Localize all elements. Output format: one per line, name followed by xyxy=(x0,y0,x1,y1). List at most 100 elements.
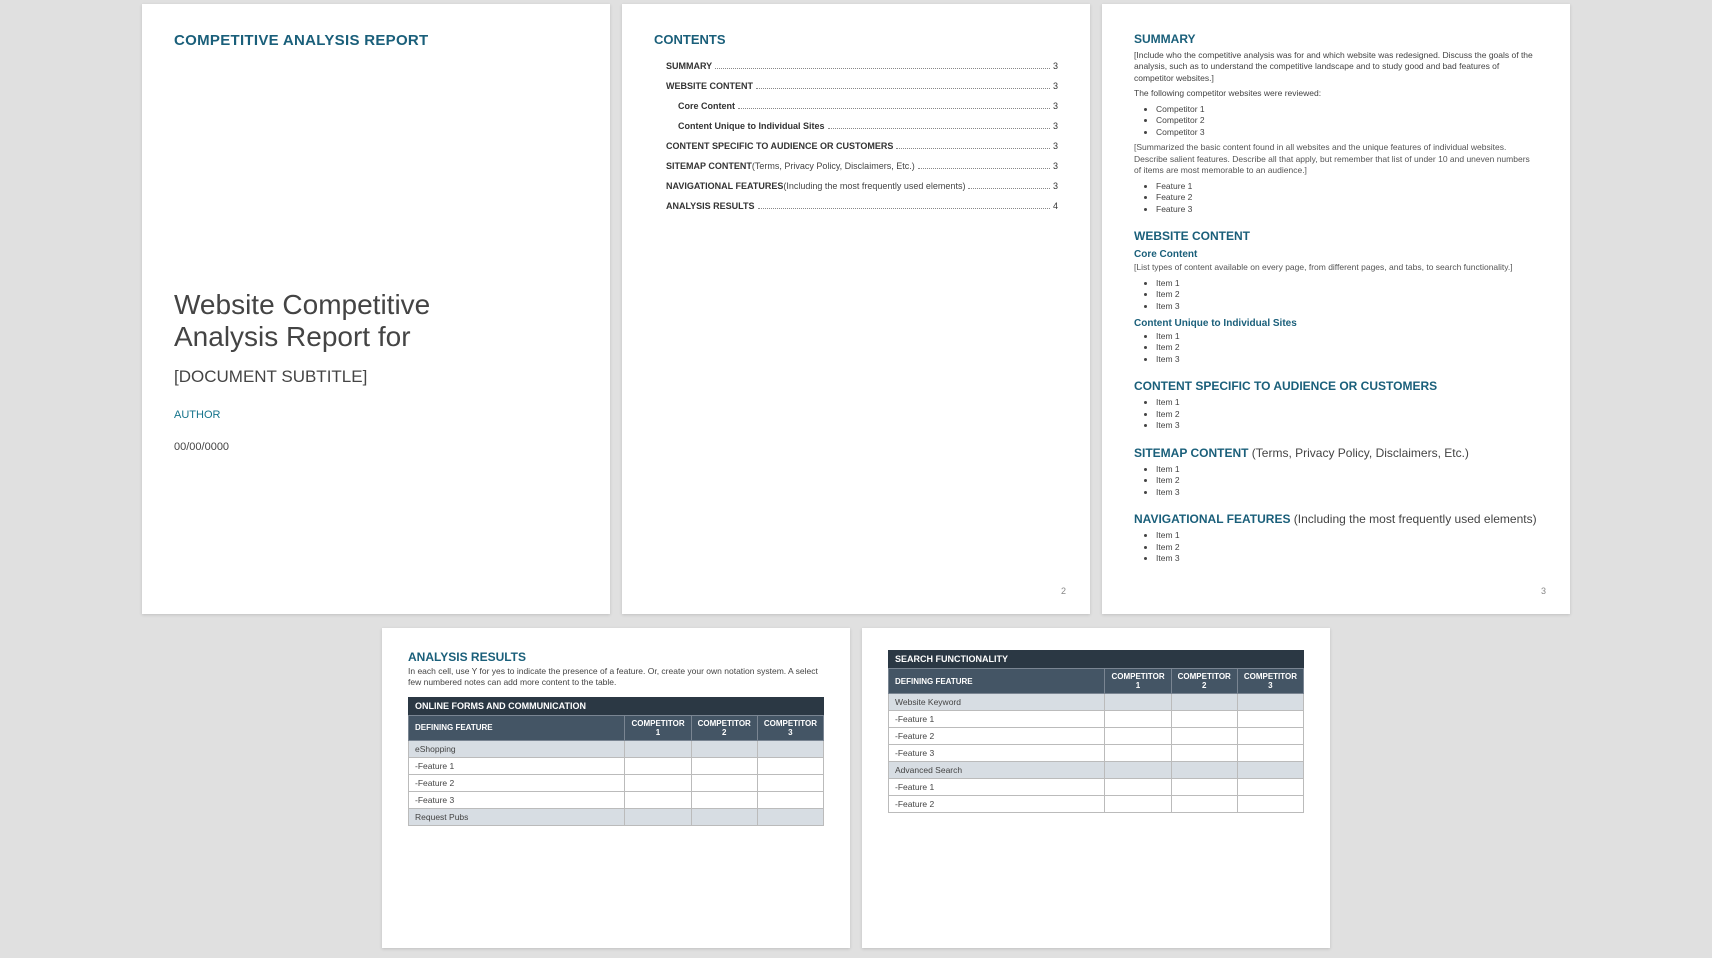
toc-row: Core Content3 xyxy=(654,101,1058,111)
toc-dots xyxy=(738,108,1050,109)
list-item: Item 3 xyxy=(1156,487,1538,498)
table-cell xyxy=(625,808,691,825)
page-summary: SUMMARY [Include who the competitive ana… xyxy=(1102,4,1570,614)
toc-dots xyxy=(828,128,1050,129)
table-cell xyxy=(1105,796,1171,813)
toc-list: SUMMARY3WEBSITE CONTENT3Core Content3Con… xyxy=(654,61,1058,211)
page-cover: COMPETITIVE ANALYSIS REPORT Website Comp… xyxy=(142,4,610,614)
table-row: -Feature 3 xyxy=(409,791,824,808)
table1-hdr-feature: DEFINING FEATURE xyxy=(409,715,625,740)
table-cell xyxy=(625,774,691,791)
table2-title: SEARCH FUNCTIONALITY xyxy=(888,650,1304,668)
table-online-forms: DEFINING FEATURE COMPETITOR 1 COMPETITOR… xyxy=(408,715,824,826)
analysis-heading: ANALYSIS RESULTS xyxy=(408,650,824,664)
table1-title: ONLINE FORMS AND COMMUNICATION xyxy=(408,697,824,715)
toc-page: 3 xyxy=(1053,81,1058,91)
list-item: Item 3 xyxy=(1156,354,1538,365)
table-cell-feature: Request Pubs xyxy=(409,808,625,825)
toc-row: Content Unique to Individual Sites3 xyxy=(654,121,1058,131)
cover-title: Website Competitive Analysis Report for xyxy=(174,289,578,353)
audience-heading: CONTENT SPECIFIC TO AUDIENCE OR CUSTOMER… xyxy=(1134,379,1538,393)
table-cell xyxy=(1105,762,1171,779)
table-cell xyxy=(625,757,691,774)
cover-date: 00/00/0000 xyxy=(174,441,578,453)
feature-list: Feature 1Feature 2Feature 3 xyxy=(1134,181,1538,215)
unique-content-heading: Content Unique to Individual Sites xyxy=(1134,318,1538,329)
table-cell-feature: -Feature 3 xyxy=(889,745,1105,762)
summary-heading: SUMMARY xyxy=(1134,32,1538,46)
cover-title-line1: Website Competitive xyxy=(174,289,430,320)
toc-page: 3 xyxy=(1053,161,1058,171)
table-cell-feature: -Feature 1 xyxy=(889,711,1105,728)
toc-row: CONTENT SPECIFIC TO AUDIENCE OR CUSTOMER… xyxy=(654,141,1058,151)
table2-hdr-c3: COMPETITOR 3 xyxy=(1237,669,1303,694)
page-number-2: 2 xyxy=(1061,586,1066,596)
table-cell xyxy=(757,808,823,825)
list-item: Item 3 xyxy=(1156,301,1538,312)
table-cell xyxy=(1171,762,1237,779)
table-cell xyxy=(757,791,823,808)
toc-dots xyxy=(896,148,1050,149)
list-item: Item 2 xyxy=(1156,409,1538,420)
list-item: Item 1 xyxy=(1156,464,1538,475)
table-cell-feature: -Feature 2 xyxy=(889,796,1105,813)
list-item: Item 1 xyxy=(1156,278,1538,289)
table-cell xyxy=(625,740,691,757)
toc-note: (Including the most frequently used elem… xyxy=(783,181,965,191)
cover-title-line2: Analysis Report for xyxy=(174,321,411,352)
toc-page: 3 xyxy=(1053,101,1058,111)
table-cell xyxy=(1237,779,1303,796)
toc-label: ANALYSIS RESULTS xyxy=(666,201,755,211)
table-row: -Feature 2 xyxy=(889,796,1304,813)
table-cell xyxy=(1237,762,1303,779)
table-cell xyxy=(1105,694,1171,711)
nav-heading-note: (Including the most frequently used elem… xyxy=(1290,512,1536,526)
list-item: Item 3 xyxy=(1156,553,1538,564)
list-item: Item 1 xyxy=(1156,397,1538,408)
table-cell-feature: eShopping xyxy=(409,740,625,757)
table-row: -Feature 1 xyxy=(889,779,1304,796)
summary-reviewed-lead: The following competitor websites were r… xyxy=(1134,88,1538,99)
table-row: -Feature 2 xyxy=(889,728,1304,745)
toc-dots xyxy=(968,188,1050,189)
table-cell xyxy=(1171,779,1237,796)
cover-author: AUTHOR xyxy=(174,409,578,421)
list-item: Feature 1 xyxy=(1156,181,1538,192)
list-item: Competitor 1 xyxy=(1156,104,1538,115)
toc-row: WEBSITE CONTENT3 xyxy=(654,81,1058,91)
table-row: -Feature 3 xyxy=(889,745,1304,762)
core-content-heading: Core Content xyxy=(1134,249,1538,260)
list-item: Item 2 xyxy=(1156,475,1538,486)
table-cell xyxy=(1237,796,1303,813)
table-cell xyxy=(1171,711,1237,728)
table-cell xyxy=(1171,728,1237,745)
table-cell xyxy=(691,740,757,757)
table2-hdr-feature: DEFINING FEATURE xyxy=(889,669,1105,694)
analysis-desc: In each cell, use Y for yes to indicate … xyxy=(408,666,824,689)
pages-row-bottom: ANALYSIS RESULTS In each cell, use Y for… xyxy=(4,628,1708,948)
table-cell xyxy=(757,740,823,757)
list-item: Feature 3 xyxy=(1156,204,1538,215)
table-cell xyxy=(1171,745,1237,762)
table-search-functionality: DEFINING FEATURE COMPETITOR 1 COMPETITOR… xyxy=(888,668,1304,813)
toc-dots xyxy=(756,88,1050,89)
list-item: Item 2 xyxy=(1156,542,1538,553)
table-row: Website Keyword xyxy=(889,694,1304,711)
list-item: Feature 2 xyxy=(1156,192,1538,203)
table-cell xyxy=(1105,711,1171,728)
table-cell xyxy=(1171,796,1237,813)
table-cell xyxy=(691,808,757,825)
toc-label: Content Unique to Individual Sites xyxy=(678,121,825,131)
cover-subtitle: [DOCUMENT SUBTITLE] xyxy=(174,367,578,387)
table-cell xyxy=(1105,745,1171,762)
table-cell xyxy=(691,757,757,774)
toc-dots xyxy=(758,208,1050,209)
table-row: Request Pubs xyxy=(409,808,824,825)
audience-item-list: Item 1Item 2Item 3 xyxy=(1134,397,1538,431)
toc-dots xyxy=(918,168,1050,169)
table-cell-feature: -Feature 1 xyxy=(889,779,1105,796)
table1-hdr-c3: COMPETITOR 3 xyxy=(757,715,823,740)
list-item: Item 2 xyxy=(1156,342,1538,353)
table-row: -Feature 2 xyxy=(409,774,824,791)
unique-item-list: Item 1Item 2Item 3 xyxy=(1134,331,1538,365)
